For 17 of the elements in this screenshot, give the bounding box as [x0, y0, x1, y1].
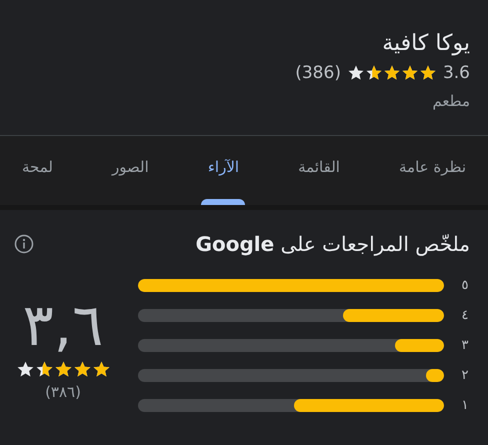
- star-level-label: ٤: [460, 308, 470, 323]
- tab[interactable]: نظرة عامة: [387, 136, 478, 205]
- star-level-label: ٢: [460, 368, 470, 383]
- star-level-label: ٣: [460, 338, 470, 353]
- tab[interactable]: الصور: [100, 136, 161, 205]
- star-level-label: ٥: [460, 278, 470, 293]
- rating-value: 3.6: [442, 63, 470, 83]
- place-category: مطعم: [432, 92, 470, 110]
- star-level-label: ١: [460, 398, 470, 413]
- average-score: ٣,٦: [22, 290, 104, 360]
- info-icon[interactable]: [14, 234, 34, 254]
- place-name: يوكا كافية: [382, 30, 470, 58]
- tab[interactable]: القائمة: [286, 136, 352, 205]
- tab[interactable]: الآراء: [196, 136, 252, 205]
- review-count: (386): [295, 63, 341, 83]
- review-count: (٣٨٦): [45, 383, 81, 401]
- tab[interactable]: لمحة: [10, 136, 65, 205]
